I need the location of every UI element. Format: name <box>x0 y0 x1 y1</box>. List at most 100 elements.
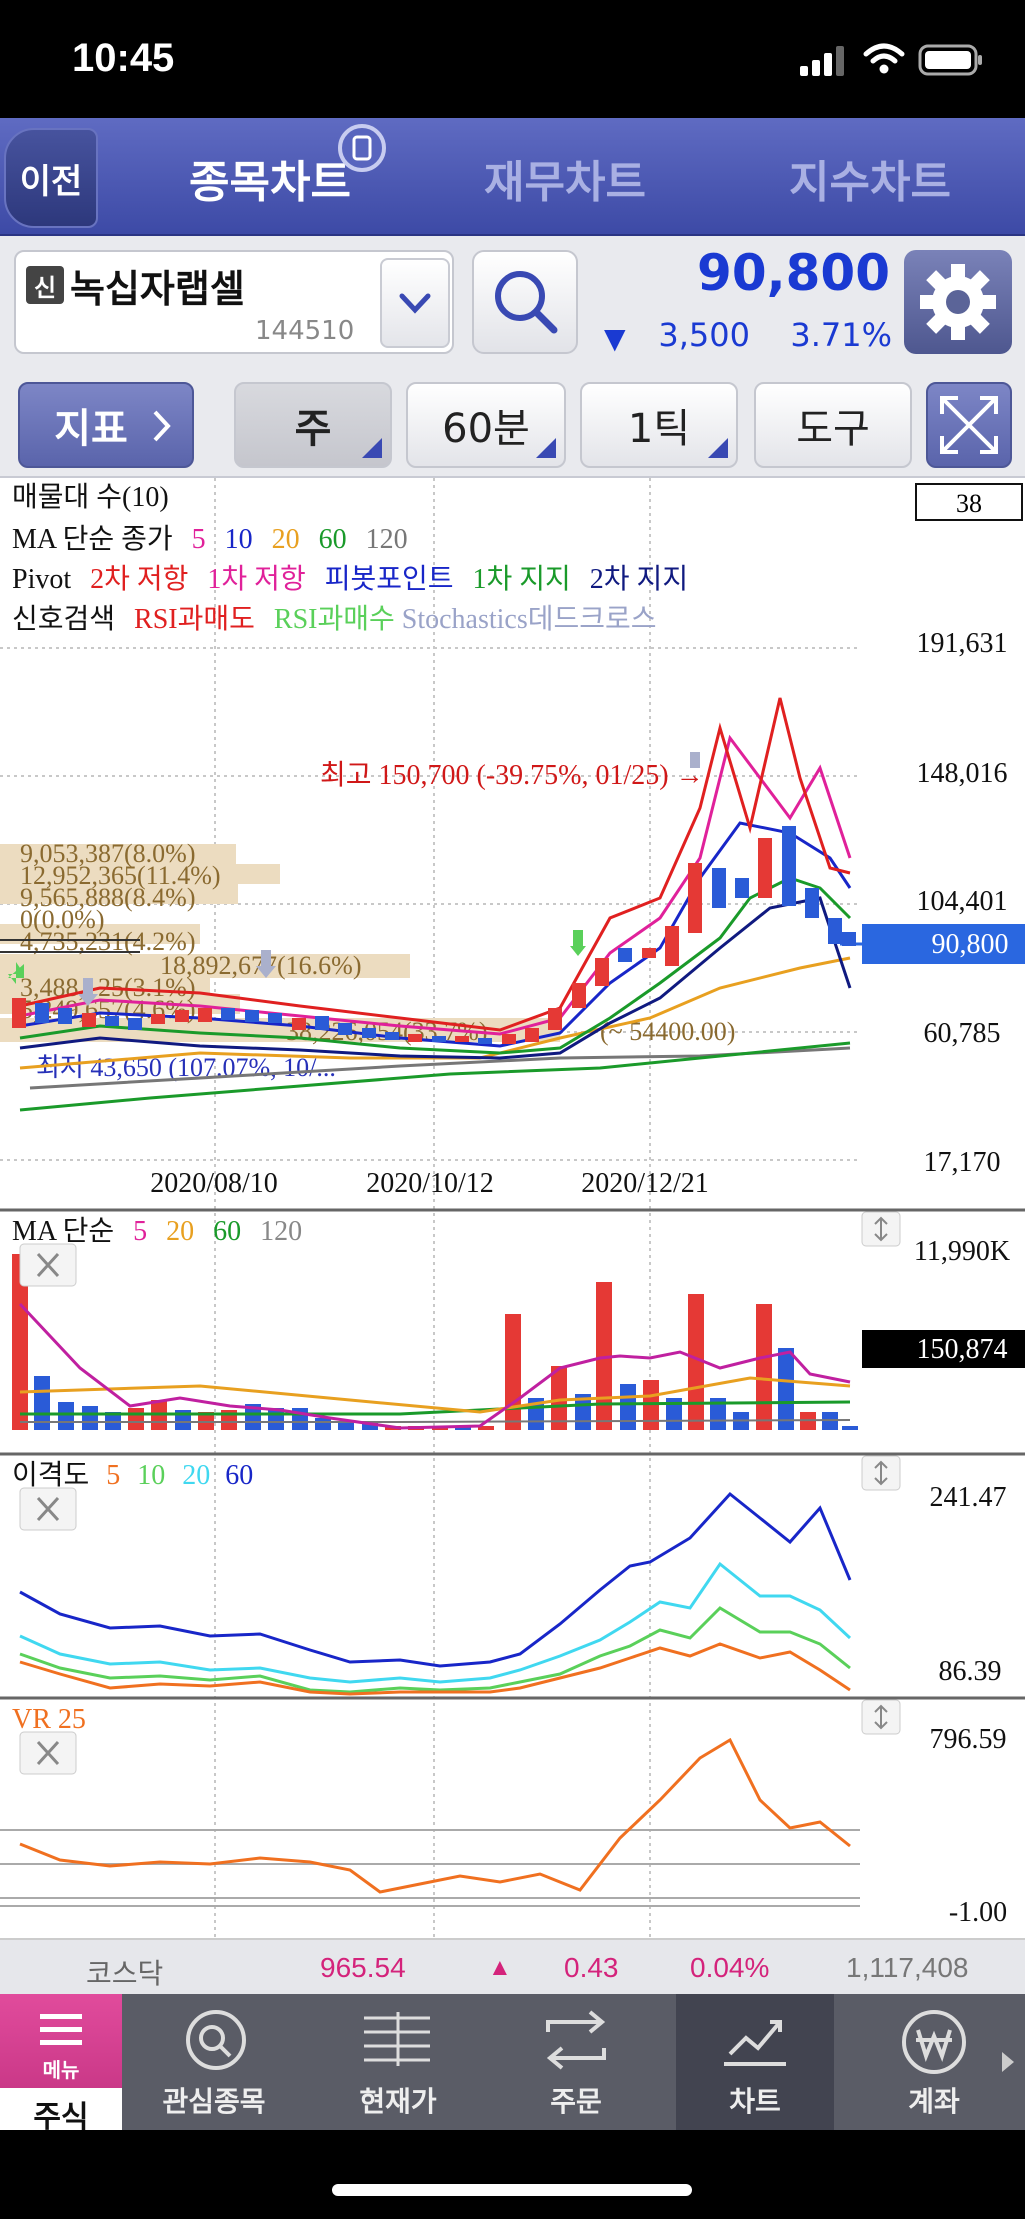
current-price: 90,800 <box>697 244 890 302</box>
stock-dropdown-button[interactable] <box>380 258 450 348</box>
volume-ma: 60 <box>213 1216 241 1247</box>
x-label: 2020/12/21 <box>581 1168 709 1199</box>
chart-icon <box>724 2020 786 2066</box>
x-label: 2020/10/12 <box>366 1168 494 1199</box>
tools-button[interactable]: 도구 <box>754 382 912 468</box>
legend-item: 60 <box>319 524 347 555</box>
range-annotation: (~ 54400.00) <box>600 1017 735 1046</box>
volume-axis: 11,990K <box>914 1236 1010 1267</box>
legend-item: 피봇포인트 <box>325 564 454 595</box>
disparity-axis: 241.47 86.39 <box>930 1482 1007 1687</box>
order-exchange-icon <box>546 2010 606 2070</box>
tab-stocks-menu[interactable]: 메뉴 주식 <box>0 1994 122 2135</box>
y-label: 148,016 <box>917 758 1008 789</box>
market-volume: 1,117,408 <box>846 1952 969 1983</box>
legend-item: 120 <box>366 524 408 555</box>
indicator-button[interactable]: 지표 <box>18 382 194 468</box>
scroll-right-icon[interactable] <box>998 2048 1018 2076</box>
dropdown-corner-icon <box>536 438 556 458</box>
legend-item: 매물대 수(10) <box>12 482 169 513</box>
tab-order[interactable]: 주문 <box>514 1994 638 2130</box>
volume-ma: 20 <box>166 1216 194 1247</box>
stock-chart-canvas[interactable]: 매물대 수(10) MA 단순 종가 5 10 20 60 120 Pivot … <box>0 478 1025 1938</box>
vr-title: VR 25 <box>12 1704 86 1735</box>
dropdown-corner-icon <box>708 438 728 458</box>
price-change: 3,500 <box>658 316 750 354</box>
vr-y-bottom: -1.00 <box>949 1897 1007 1928</box>
disparity-title: 이격도 <box>12 1460 89 1491</box>
indicator-label: 지표 <box>54 406 128 452</box>
date-axis: 2020/08/10 2020/10/12 2020/12/21 <box>150 1168 709 1199</box>
battery-icon <box>918 44 982 76</box>
refresh-icon[interactable] <box>336 122 388 174</box>
market-ticker[interactable]: 코스닥 965.54 ▲ 0.43 0.04% 1,117,408 <box>0 1938 1025 1994</box>
signal-icon <box>800 46 844 76</box>
disparity-period: 20 <box>182 1460 210 1491</box>
legend-item: 신호검색 <box>12 604 115 635</box>
main-grid <box>0 478 860 1938</box>
expand-button[interactable] <box>926 382 1012 468</box>
down-arrow-icon: ▼ <box>604 322 626 355</box>
legend-row-1: MA 단순 종가 5 10 20 60 120 <box>12 523 408 555</box>
volume-current-text: 150,874 <box>917 1334 1008 1365</box>
search-icon <box>495 271 558 334</box>
legend-item: 2차 저항 <box>90 564 188 595</box>
tab-financial-chart[interactable]: 재무차트 <box>430 140 700 216</box>
legend-item: 1차 지지 <box>473 564 571 595</box>
resize-handle-icon[interactable] <box>861 1211 901 1247</box>
interval-label: 60분 <box>442 406 530 452</box>
tab-current-price[interactable]: 현재가 <box>336 1994 460 2130</box>
market-change: 0.43 <box>564 1952 619 1983</box>
interval-60min-button[interactable]: 60분 <box>406 382 566 468</box>
legend-item: 2차 지지 <box>590 564 688 595</box>
volume-ma: 5 <box>133 1216 147 1247</box>
close-icon[interactable] <box>19 1731 77 1775</box>
credit-badge: 신 <box>26 266 64 304</box>
hamburger-icon <box>40 2014 82 2045</box>
chevron-right-icon <box>153 410 171 442</box>
tab-index-chart[interactable]: 지수차트 <box>720 140 1020 216</box>
settings-button[interactable] <box>904 250 1012 354</box>
close-icon[interactable] <box>19 1487 77 1531</box>
stock-name: 녹십자랩셀 <box>70 267 245 311</box>
disparity-period: 10 <box>137 1460 165 1491</box>
chart-area[interactable]: 매물대 수(10) MA 단순 종가 5 10 20 60 120 Pivot … <box>0 478 1025 1938</box>
chevron-down-icon <box>399 293 431 314</box>
volume-title: MA 단순 <box>12 1215 114 1247</box>
current-price-tag-text: 90,800 <box>932 929 1009 960</box>
main-legend: 매물대 수(10) MA 단순 종가 5 10 20 60 120 Pivot … <box>12 482 688 635</box>
legend-item: Pivot <box>12 564 71 595</box>
back-button[interactable]: 이전 <box>4 128 98 228</box>
disparity-period: 60 <box>225 1460 253 1491</box>
tab-label: 주문 <box>550 2085 602 2118</box>
tab-account[interactable]: 계좌 <box>872 1994 996 2130</box>
stock-code: 144510 <box>255 316 355 346</box>
legend-item: 1차 저항 <box>207 564 305 595</box>
period-weekly-button[interactable]: 주 <box>234 382 392 468</box>
y-label: 104,401 <box>917 886 1008 917</box>
volume-legend: MA 단순 5 20 60 120 <box>12 1215 302 1247</box>
resize-handle-icon[interactable] <box>861 1455 901 1491</box>
gear-icon <box>920 264 996 340</box>
resize-handle-icon[interactable] <box>861 1699 901 1735</box>
tick-button[interactable]: 1틱 <box>580 382 738 468</box>
count-box-value: 38 <box>956 489 982 518</box>
y-label: 60,785 <box>924 1018 1001 1049</box>
legend-row-3: 신호검색 RSI과매도 RSI과매수 Stochastics데드크로스 <box>12 604 657 635</box>
legend-item: 5 <box>192 524 206 555</box>
tab-label: 계좌 <box>908 2085 960 2118</box>
market-pct: 0.04% <box>690 1952 770 1983</box>
legend-row-0: 매물대 수(10) <box>12 482 169 513</box>
tick-label: 1틱 <box>627 406 691 452</box>
menu-label: 메뉴 <box>42 2058 80 2082</box>
tab-watchlist[interactable]: 관심종목 <box>152 1994 276 2130</box>
price-axis: 191,631 148,016 104,401 60,785 17,170 <box>917 628 1008 1178</box>
legend-item: Stochastics데드크로스 <box>402 604 657 635</box>
search-button[interactable] <box>472 250 578 354</box>
x-label: 2020/08/10 <box>150 1168 278 1199</box>
close-icon[interactable] <box>19 1243 77 1287</box>
up-arrow-icon: ▲ <box>488 1954 512 1981</box>
period-label: 주 <box>294 406 332 452</box>
tab-chart[interactable]: 차트 <box>676 1994 834 2130</box>
tab-label: 현재가 <box>359 2085 437 2118</box>
